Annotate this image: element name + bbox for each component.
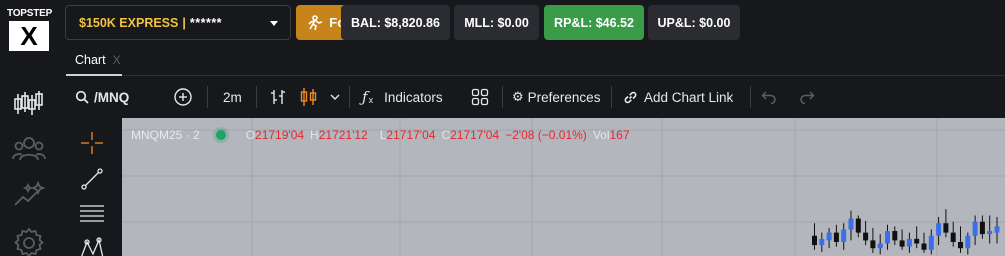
indicators-label: Indicators xyxy=(384,89,443,105)
preferences-button[interactable]: ⚙ Preferences xyxy=(512,78,600,116)
app-root: TOPSTEP X $150K EXPRESS | ****** BAL: $8… xyxy=(0,0,1005,256)
candle-body xyxy=(855,218,861,233)
brand-logo[interactable]: TOPSTEP X xyxy=(7,8,53,51)
add-symbol-icon[interactable] xyxy=(174,88,192,106)
candle-body xyxy=(965,235,971,249)
candle-body xyxy=(987,231,993,235)
candle-body xyxy=(877,243,883,249)
candle-body xyxy=(943,223,949,233)
redo-icon[interactable] xyxy=(799,90,815,104)
toolbar-divider xyxy=(750,86,751,108)
volume-value: 167 xyxy=(609,128,630,142)
chart-symbol-label: MNQM25 · 2 xyxy=(131,128,200,142)
bar-chart-type-icon[interactable] xyxy=(270,88,286,106)
add-chart-link-label: Add Chart Link xyxy=(644,89,734,105)
candle-body xyxy=(979,221,985,235)
toolbar-divider xyxy=(349,86,350,108)
ohlc-legend: MNQM25 · 2 O 21719'04 H 21721'12 L 21717… xyxy=(131,128,630,142)
symbol-label: /MNQ xyxy=(94,89,130,105)
account-topbar: $150K EXPRESS | ****** Follower BAL: $8,… xyxy=(58,0,1005,44)
chevron-down-icon xyxy=(270,21,278,26)
candle-body xyxy=(921,243,927,250)
candle-body xyxy=(928,235,934,250)
crosshair-icon[interactable] xyxy=(79,130,105,156)
tab-chart-label: Chart xyxy=(75,53,106,67)
trend-line-icon[interactable] xyxy=(79,166,105,192)
horizontal-lines-icon[interactable] xyxy=(79,200,105,226)
change-value: −2'08 (−0.01%) xyxy=(505,128,587,142)
close-icon[interactable]: X xyxy=(113,53,121,67)
candle-body xyxy=(885,231,890,244)
toolbar-divider xyxy=(207,86,208,108)
add-chart-link-button[interactable]: Add Chart Link xyxy=(623,78,733,116)
candle-body xyxy=(819,238,825,246)
gear-icon[interactable] xyxy=(12,226,46,256)
open-value: 21719'04 xyxy=(255,128,305,142)
account-name: $150K EXPRESS xyxy=(79,15,179,30)
tab-bar: Chart X xyxy=(66,46,1005,76)
toolbar-divider xyxy=(502,86,503,108)
account-number-masked: ****** xyxy=(189,15,223,30)
low-value: 21717'04 xyxy=(386,128,436,142)
market-status-dot xyxy=(215,130,226,140)
high-value: 21721'12 xyxy=(318,128,368,142)
mll-badge: MLL: $0.00 xyxy=(454,5,539,40)
low-key: L xyxy=(379,128,387,142)
sparkle-trend-icon[interactable] xyxy=(12,180,46,210)
brand-mark: X xyxy=(9,21,49,51)
chart-toolbar: /MNQ 2m ƒ x Indicators ⚙ Preferences Add… xyxy=(66,78,1005,116)
price-chart[interactable]: MNQM25 · 2 O 21719'04 H 21721'12 L 21717… xyxy=(122,118,1005,256)
candle-body xyxy=(899,240,905,247)
search-icon xyxy=(75,90,89,104)
brand-wordmark: TOPSTEP xyxy=(7,8,53,19)
link-icon xyxy=(624,91,637,103)
candle-body xyxy=(833,232,839,242)
close-value: 21717'04 xyxy=(450,128,500,142)
users-icon[interactable] xyxy=(12,134,46,164)
toolbar-divider xyxy=(256,86,257,108)
account-selector[interactable]: $150K EXPRESS | ****** xyxy=(65,5,291,40)
candle-body xyxy=(950,232,956,242)
high-key: H xyxy=(310,128,319,142)
realized-pnl-badge: RP&L: $46.52 xyxy=(544,5,644,40)
function-icon-x: x xyxy=(368,95,374,105)
indicators-button[interactable]: ƒ x Indicators xyxy=(362,78,443,116)
drawing-toolbar xyxy=(66,118,122,256)
layout-grid-icon[interactable] xyxy=(471,88,489,106)
interval-selector[interactable]: 2m xyxy=(223,78,242,116)
candle-body xyxy=(972,221,978,236)
volume-key: Vol xyxy=(592,128,610,142)
toolbar-divider xyxy=(611,86,612,108)
symbol-search[interactable]: /MNQ xyxy=(75,78,129,116)
candle-body xyxy=(812,235,817,246)
candlestick-chart-icon[interactable] xyxy=(12,88,46,118)
candle-body xyxy=(848,218,854,230)
candle-body xyxy=(863,232,869,241)
gear-icon: ⚙ xyxy=(512,89,524,104)
preferences-label: Preferences xyxy=(527,89,601,105)
candle-body xyxy=(826,232,832,241)
close-key: C xyxy=(441,128,451,142)
candle-chart-type-icon[interactable] xyxy=(300,87,318,107)
unrealized-pnl-badge: UP&L: $0.00 xyxy=(648,5,740,40)
pattern-tool-icon[interactable] xyxy=(79,234,105,256)
account-separator: | xyxy=(182,15,186,30)
candle-body xyxy=(958,241,963,249)
balance-badge: BAL: $8,820.86 xyxy=(341,5,450,40)
left-rail: TOPSTEP X xyxy=(0,0,58,256)
function-icon: ƒ xyxy=(362,88,368,106)
candle-body xyxy=(914,238,920,244)
candle-body xyxy=(892,231,898,241)
candle-body xyxy=(870,240,876,249)
chevron-down-icon[interactable] xyxy=(330,93,340,101)
candle-body xyxy=(841,229,847,242)
candle-body xyxy=(906,238,912,247)
follower-icon xyxy=(308,14,323,30)
open-key: O xyxy=(245,128,256,142)
undo-icon[interactable] xyxy=(761,90,777,104)
candle-body xyxy=(994,226,1000,233)
tab-chart[interactable]: Chart X xyxy=(66,46,122,76)
candle-body xyxy=(936,223,942,236)
